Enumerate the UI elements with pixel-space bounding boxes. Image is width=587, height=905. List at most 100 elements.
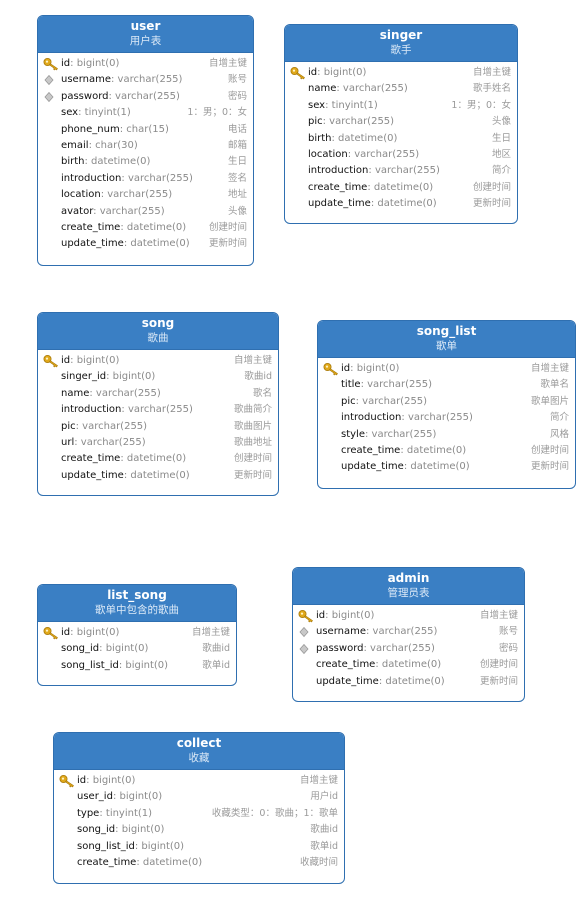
field-row-create-time[interactable]: create_time: datetime(0) 创建时间 — [38, 451, 278, 467]
table-song-list[interactable]: song_list 歌单 id: bigint(0) 自增主键 title: varch… — [317, 320, 576, 489]
field-definition: user_id: bigint(0) — [77, 789, 162, 805]
field-comment: 创建时间 — [208, 221, 247, 233]
field-row-singer-id[interactable]: singer_id: bigint(0) 歌曲id — [38, 369, 278, 385]
field-row-name[interactable]: name: varchar(255) 歌手姓名 — [285, 81, 517, 97]
field-row-update-time[interactable]: update_time: datetime(0) 更新时间 — [38, 468, 278, 484]
field-row-password[interactable]: password: varchar(255) 密码 — [293, 641, 524, 657]
field-name: song_id — [61, 643, 100, 655]
field-type: : varchar(255) — [360, 379, 433, 391]
field-row-id[interactable]: id: bigint(0) 自增主键 — [38, 353, 278, 369]
field-row-style[interactable]: style: varchar(255) 风格 — [318, 427, 575, 443]
field-row-url[interactable]: url: varchar(255) 歌曲地址 — [38, 435, 278, 451]
field-definition: song_id: bigint(0) — [61, 641, 148, 657]
field-definition: phone_num: char(15) — [61, 122, 169, 138]
field-row-id[interactable]: id: bigint(0) 自增主键 — [285, 65, 517, 81]
field-row-song-id[interactable]: song_id: bigint(0) 歌曲id — [54, 822, 344, 838]
field-type: : varchar(255) — [75, 420, 148, 432]
field-row-user-id[interactable]: user_id: bigint(0) 用户id — [54, 789, 344, 805]
field-name: sex — [61, 107, 79, 119]
field-type: : bigint(0) — [115, 824, 165, 836]
field-row-introduction[interactable]: introduction: varchar(255) 简介 — [318, 410, 575, 426]
field-row-birth[interactable]: birth: datetime(0) 生日 — [38, 154, 253, 170]
field-row-avator[interactable]: avator: varchar(255) 头像 — [38, 204, 253, 220]
field-type: : char(30) — [88, 139, 138, 151]
field-definition: sex: tinyint(1) — [61, 105, 131, 121]
field-comment: 创建时间 — [530, 444, 569, 456]
field-row-introduction[interactable]: introduction: varchar(255) 歌曲简介 — [38, 402, 278, 418]
field-row-id[interactable]: id: bigint(0) 自增主键 — [293, 608, 524, 624]
field-row-username[interactable]: username: varchar(255) 账号 — [38, 72, 253, 88]
field-row-introduction[interactable]: introduction: varchar(255) 简介 — [285, 163, 517, 179]
field-type: : varchar(255) — [111, 74, 183, 86]
field-comment: 生日 — [227, 156, 247, 168]
field-row-create-time[interactable]: create_time: datetime(0) 收藏时间 — [54, 855, 344, 871]
field-row-email[interactable]: email: char(30) 邮箱 — [38, 138, 253, 154]
field-row-pic[interactable]: pic: varchar(255) 头像 — [285, 114, 517, 130]
table-admin[interactable]: admin 管理员表 id: bigint(0) 自增主键 username: varc… — [292, 567, 525, 702]
table-name: song_list — [416, 324, 477, 338]
table-header[interactable]: song 歌曲 — [38, 313, 278, 350]
field-row-song-list-id[interactable]: song_list_id: bigint(0) 歌单id — [54, 839, 344, 855]
field-comment: 歌曲地址 — [233, 436, 272, 448]
field-name: location — [61, 189, 101, 201]
field-definition: id: bigint(0) — [308, 65, 366, 81]
field-type: : datetime(0) — [84, 156, 151, 168]
field-definition: update_time: datetime(0) — [308, 196, 437, 212]
index-icon — [43, 90, 59, 104]
field-row-location[interactable]: location: varchar(255) 地址 — [38, 187, 253, 203]
field-name: id — [316, 610, 326, 621]
table-header[interactable]: singer 歌手 — [285, 25, 517, 62]
field-row-birth[interactable]: birth: datetime(0) 生日 — [285, 131, 517, 147]
field-row-id[interactable]: id: bigint(0) 自增主键 — [54, 773, 344, 789]
field-row-create-time[interactable]: create_time: datetime(0) 创建时间 — [318, 443, 575, 459]
field-list: id: bigint(0) 自增主键 singer_id: bigint(0) 歌曲i… — [38, 350, 278, 489]
table-song[interactable]: song 歌曲 id: bigint(0) 自增主键 singer_id: bigint… — [37, 312, 279, 496]
field-row-username[interactable]: username: varchar(255) 账号 — [293, 624, 524, 640]
table-header[interactable]: song_list 歌单 — [318, 321, 575, 358]
field-type: : bigint(0) — [99, 643, 149, 655]
field-row-create-time[interactable]: create_time: datetime(0) 创建时间 — [293, 657, 524, 673]
field-type: : varchar(255) — [368, 165, 440, 177]
field-row-update-time[interactable]: update_time: datetime(0) 更新时间 — [285, 196, 517, 212]
field-row-password[interactable]: password: varchar(255) 密码 — [38, 89, 253, 105]
field-row-title[interactable]: title: varchar(255) 歌单名 — [318, 377, 575, 393]
field-row-update-time[interactable]: update_time: datetime(0) 更新时间 — [318, 459, 575, 475]
field-row-sex[interactable]: sex: tinyint(1) 1：男；0：女 — [38, 105, 253, 121]
field-row-update-time[interactable]: update_time: datetime(0) 更新时间 — [38, 236, 253, 252]
table-user[interactable]: user 用户表 id: bigint(0) 自增主键 username: varcha… — [37, 15, 254, 266]
field-row-create-time[interactable]: create_time: datetime(0) 创建时间 — [38, 220, 253, 236]
field-row-id[interactable]: id: bigint(0) 自增主键 — [38, 56, 253, 72]
field-row-phone-num[interactable]: phone_num: char(15) 电话 — [38, 122, 253, 138]
table-list-song[interactable]: list_song 歌单中包含的歌曲 id: bigint(0) 自增主键 song_i… — [37, 584, 237, 686]
field-row-song-id[interactable]: song_id: bigint(0) 歌曲id — [38, 641, 236, 657]
table-header[interactable]: collect 收藏 — [54, 733, 344, 770]
table-collect[interactable]: collect 收藏 id: bigint(0) 自增主键 user_id: bigin… — [53, 732, 345, 884]
field-comment: 歌单id — [202, 659, 230, 671]
field-row-id[interactable]: id: bigint(0) 自增主键 — [38, 625, 236, 641]
field-comment: 自增主键 — [479, 610, 518, 621]
field-row-pic[interactable]: pic: varchar(255) 歌单图片 — [318, 394, 575, 410]
field-name: user_id — [77, 791, 113, 803]
field-row-pic[interactable]: pic: varchar(255) 歌曲图片 — [38, 419, 278, 435]
field-row-update-time[interactable]: update_time: datetime(0) 更新时间 — [293, 674, 524, 690]
field-comment: 地区 — [491, 148, 511, 160]
field-comment: 用户id — [310, 791, 338, 803]
field-comment: 签名 — [227, 172, 247, 184]
field-row-location[interactable]: location: varchar(255) 地区 — [285, 147, 517, 163]
field-row-introduction[interactable]: introduction: varchar(255) 签名 — [38, 171, 253, 187]
field-type: : varchar(255) — [89, 387, 161, 399]
field-definition: url: varchar(255) — [61, 435, 146, 451]
table-singer[interactable]: singer 歌手 id: bigint(0) 自增主键 name: varchar(2… — [284, 24, 518, 224]
field-name: song_id — [77, 824, 116, 836]
field-row-song-list-id[interactable]: song_list_id: bigint(0) 歌单id — [38, 658, 236, 674]
table-header[interactable]: admin 管理员表 — [293, 568, 524, 605]
field-row-id[interactable]: id: bigint(0) 自增主键 — [318, 361, 575, 377]
field-row-create-time[interactable]: create_time: datetime(0) 创建时间 — [285, 180, 517, 196]
field-row-sex[interactable]: sex: tinyint(1) 1：男；0：女 — [285, 98, 517, 114]
field-row-name[interactable]: name: varchar(255) 歌名 — [38, 386, 278, 402]
field-row-type[interactable]: type: tinyint(1) 收藏类型：0：歌曲；1：歌单 — [54, 806, 344, 822]
table-header[interactable]: user 用户表 — [38, 16, 253, 53]
field-comment: 更新时间 — [479, 675, 518, 687]
field-type: : bigint(0) — [70, 627, 120, 638]
table-header[interactable]: list_song 歌单中包含的歌曲 — [38, 585, 236, 622]
